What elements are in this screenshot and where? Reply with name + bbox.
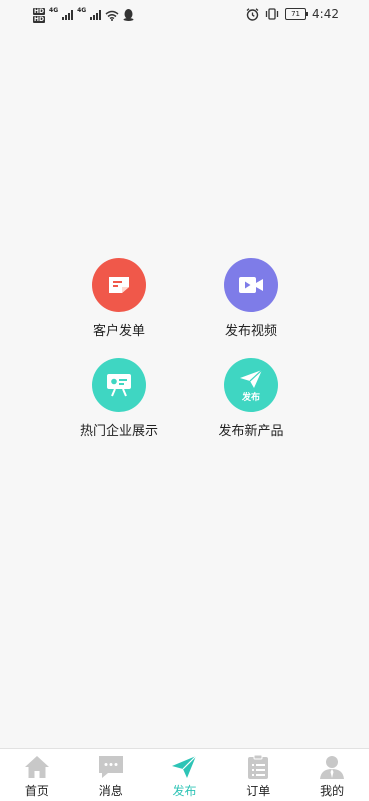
- network-type: 4G: [49, 7, 59, 14]
- paper-plane-icon: [240, 369, 263, 388]
- publish-video-button[interactable]: 发布视频: [196, 258, 306, 339]
- clipboard-icon: [248, 754, 269, 779]
- tab-publish-label: 发布: [172, 784, 197, 798]
- user-icon: [320, 756, 345, 779]
- tab-mine[interactable]: 我的: [295, 749, 369, 801]
- customer-order-circle: [92, 258, 146, 312]
- battery-icon: 71: [285, 8, 309, 20]
- tab-orders[interactable]: 订单: [221, 749, 295, 801]
- wifi-icon: [105, 10, 119, 21]
- hd-badge: HD: [33, 15, 46, 23]
- tab-orders-label: 订单: [246, 784, 271, 798]
- vibrate-icon: [265, 8, 279, 20]
- hot-company-showcase-button[interactable]: 热门企业展示: [64, 358, 174, 439]
- tab-home-label: 首页: [24, 784, 49, 798]
- publish-product-circle: 发布: [224, 358, 278, 412]
- tab-home[interactable]: 首页: [0, 749, 74, 801]
- signal-icon: [62, 10, 74, 20]
- publish-video-label: 发布视频: [224, 324, 277, 339]
- hot-company-circle: [92, 358, 146, 412]
- home-icon: [24, 756, 49, 778]
- status-time: 4:42: [312, 7, 339, 21]
- status-bar: HD HD 4G 4G 71 4:42: [0, 0, 369, 30]
- tab-messages-label: 消息: [98, 784, 123, 798]
- presentation-board-icon: [107, 374, 131, 397]
- publish-new-product-button[interactable]: 发布 发布新产品: [196, 358, 306, 439]
- publish-badge-text: 发布: [241, 393, 260, 403]
- customer-order-label: 客户发单: [92, 324, 145, 339]
- hd-indicators: HD HD: [33, 7, 46, 23]
- qq-penguin-icon: [123, 9, 134, 21]
- status-bar-left: HD HD 4G 4G: [33, 5, 134, 25]
- status-bar-right: 71 4:42: [246, 7, 339, 21]
- bottom-tab-bar: 首页 消息 发布 订单 我的: [0, 748, 369, 801]
- tab-publish[interactable]: 发布: [148, 749, 222, 801]
- tab-messages[interactable]: 消息: [74, 749, 148, 801]
- network-type: 4G: [77, 7, 87, 14]
- signal-icon: [90, 10, 102, 20]
- customer-order-button[interactable]: 客户发单: [64, 258, 174, 339]
- alarm-icon: [246, 7, 259, 21]
- publish-new-product-label: 发布新产品: [218, 424, 284, 439]
- hd-badge: HD: [33, 7, 46, 15]
- hot-company-label: 热门企业展示: [79, 424, 158, 439]
- tab-mine-label: 我的: [320, 784, 345, 798]
- order-note-icon: [109, 277, 129, 293]
- message-icon: [98, 756, 123, 778]
- publish-video-circle: [224, 258, 278, 312]
- video-icon: [239, 277, 263, 293]
- paper-plane-icon: [172, 755, 197, 778]
